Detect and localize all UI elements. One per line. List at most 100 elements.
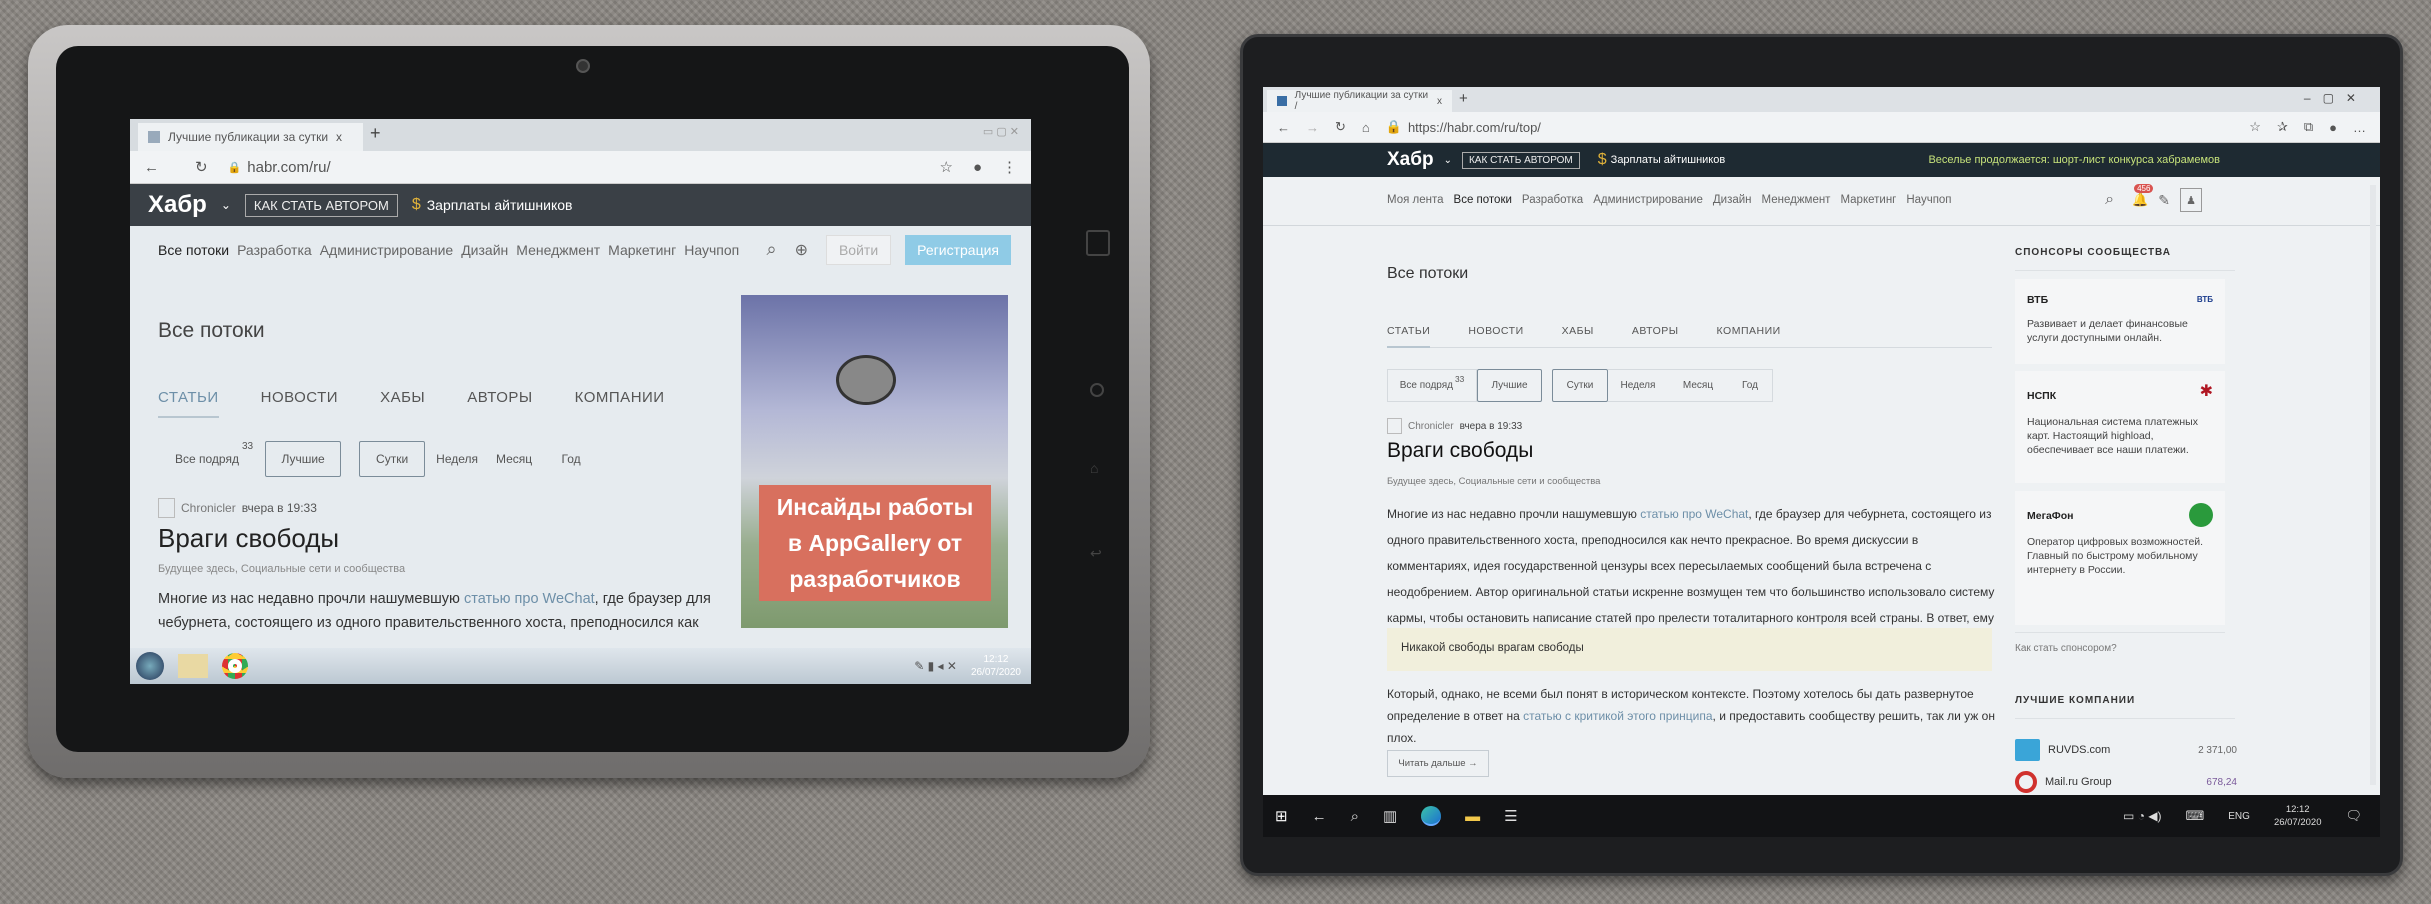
tab-authors[interactable]: АВТОРЫ [1632, 325, 1679, 337]
tab-articles[interactable]: СТАТЬИ [1387, 325, 1431, 348]
profile-icon[interactable]: ● [973, 159, 982, 176]
nav-marketing[interactable]: Маркетинг [608, 242, 676, 258]
post-title[interactable]: Враги свободы [1387, 439, 1533, 463]
tab-articles[interactable]: СТАТЬИ [158, 389, 219, 418]
chevron-down-icon[interactable]: ⌄ [221, 198, 231, 212]
post-author[interactable]: Chronicler [1408, 421, 1454, 432]
bell-icon[interactable]: 🔔 456 [2132, 184, 2154, 208]
collections-icon[interactable]: ⧉ [2304, 119, 2313, 135]
explorer-icon[interactable] [178, 654, 208, 678]
tab-companies[interactable]: КОМПАНИИ [575, 389, 665, 406]
avatar[interactable] [158, 498, 175, 518]
habr-logo[interactable]: Хабр [1387, 149, 1434, 171]
filter-month[interactable]: Месяц [1668, 369, 1728, 402]
nav-management[interactable]: Менеджмент [516, 242, 600, 258]
salaries-link[interactable]: Зарплаты айтишников [1611, 154, 1726, 166]
globe-icon[interactable]: ⊕ [795, 240, 808, 260]
filter-week[interactable]: Неделя [436, 441, 478, 477]
windows-start-icon[interactable]: ⊞ [1275, 807, 1288, 825]
home-icon[interactable]: ⌂ [1362, 120, 1370, 135]
scrollbar[interactable] [2370, 185, 2376, 785]
chrome-icon[interactable] [222, 653, 248, 679]
habr-logo[interactable]: Хабр [148, 191, 207, 219]
favorite-icon[interactable]: ☆ [2249, 119, 2261, 135]
back-key-icon[interactable]: ↩ [1090, 545, 1102, 562]
avatar[interactable] [1387, 418, 1402, 434]
search-icon[interactable]: ⌕ [1351, 808, 1359, 825]
keyboard-icon[interactable]: ⌨ [2186, 808, 2205, 824]
star-icon[interactable]: ☆ [939, 158, 952, 176]
tab-authors[interactable]: АВТОРЫ [467, 389, 532, 406]
favorites-icon[interactable]: ✰ [2277, 119, 2288, 135]
register-button[interactable]: Регистрация [905, 234, 1011, 265]
wechat-article-link[interactable]: статью про WeChat [1640, 507, 1748, 521]
reload-icon[interactable]: ↻ [195, 158, 208, 176]
post-hubs[interactable]: Будущее здесь, Социальные сети и сообщес… [158, 563, 405, 575]
become-author-button[interactable]: КАК СТАТЬ АВТОРОМ [1461, 151, 1580, 169]
sponsor-card-vtb[interactable]: ВТБ ВТБ Развивает и делает финансовые ус… [2015, 279, 2225, 364]
home-key-icon[interactable]: ⌂ [1090, 460, 1098, 476]
tab-hubs[interactable]: ХАБЫ [1562, 325, 1594, 337]
filter-best[interactable]: Лучшие [1477, 369, 1542, 402]
company-row[interactable]: RUVDS.com 2 371,00 [2015, 739, 2237, 761]
close-tab-button[interactable]: x [1437, 96, 1442, 107]
back-icon[interactable]: ← [1277, 120, 1290, 135]
app-icon[interactable]: ☰ [1504, 807, 1517, 825]
post-hubs[interactable]: Будущее здесь, Социальные сети и сообщес… [1387, 476, 1600, 487]
window-controls[interactable]: –▢✕ [2304, 91, 2368, 105]
clock[interactable]: 12:12 26/07/2020 [2274, 803, 2322, 829]
sponsor-card-megafon[interactable]: МегаФон Оператор цифровых возможностей. … [2015, 491, 2225, 625]
tab-hubs[interactable]: ХАБЫ [380, 389, 425, 406]
search-icon[interactable]: ⌕ [2105, 191, 2114, 209]
clock[interactable]: 12:12 26/07/2020 [971, 653, 1031, 679]
nav-design[interactable]: Дизайн [1713, 194, 1752, 206]
tab-news[interactable]: НОВОСТИ [261, 389, 338, 406]
filter-year[interactable]: Год [551, 441, 591, 477]
action-center-icon[interactable]: 🗨 [2345, 808, 2362, 824]
critique-article-link[interactable]: статью с критикой этого принципа [1523, 709, 1712, 723]
nav-popsci[interactable]: Научпоп [684, 242, 739, 258]
tray-icons[interactable]: ▭ ◔ ◀) [2123, 809, 2161, 823]
post-title[interactable]: Враги свободы [158, 523, 339, 554]
url-field[interactable]: habr.com/ru/ [247, 159, 330, 176]
tab-news[interactable]: НОВОСТИ [1468, 325, 1523, 337]
filter-best[interactable]: Лучшие [265, 441, 342, 477]
close-tab-button[interactable]: x [336, 130, 342, 144]
url-field[interactable]: https://habr.com/ru/top/ [1408, 120, 1541, 135]
read-more-button[interactable]: Читать дальше → [1387, 750, 1489, 777]
nav-management[interactable]: Менеджмент [1762, 194, 1831, 206]
window-controls[interactable]: ▭ ▢ ✕ [983, 125, 1019, 138]
filter-month[interactable]: Месяц [489, 441, 539, 477]
back-icon[interactable]: ← [1312, 808, 1327, 825]
nav-all-streams[interactable]: Все потоки [1454, 194, 1512, 206]
filter-all[interactable]: Все подряд 33 [175, 441, 253, 477]
nav-my-feed[interactable]: Моя лента [1387, 194, 1444, 206]
profile-icon[interactable]: ● [2329, 120, 2337, 135]
user-avatar[interactable]: ♟ [2180, 188, 2202, 212]
filter-day[interactable]: Сутки [359, 441, 426, 477]
company-name[interactable]: Mail.ru Group [2045, 776, 2112, 788]
language-indicator[interactable]: ENG [2228, 811, 2250, 822]
back-icon[interactable]: ← [144, 159, 159, 176]
company-name[interactable]: RUVDS.com [2048, 744, 2110, 756]
company-row[interactable]: Mail.ru Group 678,24 [2015, 771, 2237, 793]
more-icon[interactable]: … [2353, 120, 2366, 135]
tray-icons[interactable]: ✎ ▮ ◂ ✕ [914, 659, 957, 673]
post-author[interactable]: Chronicler [181, 501, 236, 515]
edge-icon[interactable] [1421, 806, 1442, 826]
new-tab-button[interactable]: + [370, 123, 381, 144]
tab-companies[interactable]: КОМПАНИИ [1717, 325, 1781, 337]
camera-button[interactable] [1090, 383, 1104, 397]
forward-icon[interactable]: → [1306, 120, 1319, 135]
browser-tab[interactable]: Лучшие публикации за сутки / x [1267, 90, 1452, 112]
chevron-down-icon[interactable]: ⌄ [1444, 155, 1452, 166]
search-icon[interactable]: ⌕ [766, 239, 776, 260]
login-button[interactable]: Войти [825, 234, 892, 265]
nav-development[interactable]: Разработка [237, 242, 312, 258]
nav-administration[interactable]: Администрирование [320, 242, 454, 258]
promo-link[interactable]: Веселье продолжается: шорт-лист конкурса… [1928, 154, 2220, 166]
refresh-icon[interactable]: ↻ [1335, 119, 1346, 135]
become-author-button[interactable]: КАК СТАТЬ АВТОРОМ [244, 193, 398, 217]
write-icon[interactable]: ✎ [2158, 192, 2170, 209]
file-explorer-icon[interactable]: ▬ [1465, 808, 1480, 825]
